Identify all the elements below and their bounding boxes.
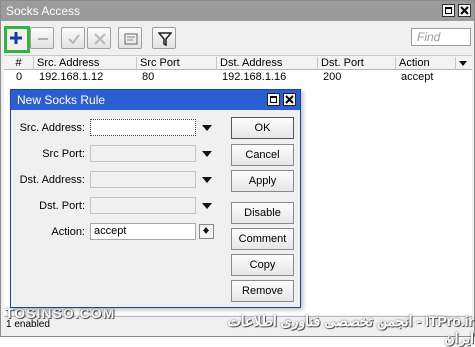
disable-button[interactable] [87, 27, 111, 49]
remove-button[interactable] [30, 27, 54, 49]
table-row[interactable]: 0 192.168.1.12 80 192.168.1.16 200 accep… [4, 70, 472, 85]
find-input[interactable]: Find [411, 28, 471, 46]
filter-icon [158, 32, 172, 46]
dst-port-label: Dst. Port: [39, 200, 85, 212]
comment-button[interactable] [118, 27, 142, 49]
cell-src-address: 192.168.1.12 [39, 71, 104, 83]
action-label: Action: [51, 226, 85, 238]
add-button-highlight [4, 26, 30, 53]
action-select[interactable]: accept [90, 223, 196, 240]
dst-address-field[interactable] [90, 171, 196, 188]
columns-menu-button[interactable] [456, 57, 471, 70]
note-icon [124, 33, 138, 45]
window-titlebar[interactable]: Socks Access [1, 1, 474, 21]
dialog-title: New Socks Rule [17, 93, 106, 107]
cell-action: accept [401, 71, 434, 83]
close-button[interactable] [458, 4, 471, 17]
minus-icon [38, 38, 48, 40]
table-header: # Src. Address Src Port Dst. Address Dst… [4, 55, 472, 70]
src-address-dropdown-icon[interactable] [202, 125, 212, 131]
column-header-number[interactable]: # [4, 57, 34, 70]
x-icon [94, 33, 106, 45]
column-header-dst-address[interactable]: Dst. Address [217, 57, 318, 70]
disable-rule-button[interactable]: Disable [231, 202, 294, 224]
cancel-button[interactable]: Cancel [231, 144, 294, 166]
dst-address-label: Dst. Address: [19, 174, 85, 186]
enable-button[interactable] [61, 27, 85, 49]
window-title: Socks Access [6, 4, 81, 18]
src-address-label: Src. Address: [19, 122, 85, 134]
filter-button[interactable] [152, 27, 176, 49]
column-header-src-address[interactable]: Src. Address [34, 57, 137, 70]
copy-button[interactable]: Copy [231, 254, 294, 276]
src-port-field[interactable] [90, 145, 196, 162]
apply-button[interactable]: Apply [231, 170, 294, 192]
maximize-button[interactable] [442, 4, 455, 17]
watermark-right: ITPro.ir - انجمن تخصصی فناوری اطلاعات ای… [227, 313, 474, 346]
cell-dst-address: 192.168.1.16 [222, 71, 287, 83]
column-header-action[interactable]: Action [396, 57, 456, 70]
triangle-down-icon [459, 61, 467, 66]
dialog-close-button[interactable] [283, 93, 296, 106]
column-header-dst-port[interactable]: Dst. Port [318, 57, 396, 70]
remove-rule-button[interactable]: Remove [231, 280, 294, 302]
dst-address-dropdown-icon[interactable] [202, 177, 212, 183]
src-address-field[interactable] [90, 119, 196, 136]
dialog-maximize-button[interactable] [267, 93, 280, 106]
dst-port-dropdown-icon[interactable] [202, 203, 212, 209]
new-socks-rule-dialog: New Socks Rule Src. Address: Src Port: D… [10, 89, 301, 308]
src-port-dropdown-icon[interactable] [202, 151, 212, 157]
column-header-src-port[interactable]: Src Port [137, 57, 217, 70]
action-dropdown-button[interactable] [199, 224, 214, 239]
cell-number: 0 [15, 71, 23, 83]
dst-port-field[interactable] [90, 197, 196, 214]
comment-rule-button[interactable]: Comment [231, 228, 294, 250]
toolbar [1, 23, 474, 53]
cell-dst-port: 200 [323, 71, 342, 83]
check-icon [68, 34, 80, 45]
chevron-down-icon [203, 227, 209, 234]
dialog-titlebar[interactable]: New Socks Rule [11, 90, 300, 110]
cell-src-port: 80 [142, 71, 155, 83]
ok-button[interactable]: OK [231, 117, 294, 139]
src-port-label: Src Port: [42, 148, 85, 160]
